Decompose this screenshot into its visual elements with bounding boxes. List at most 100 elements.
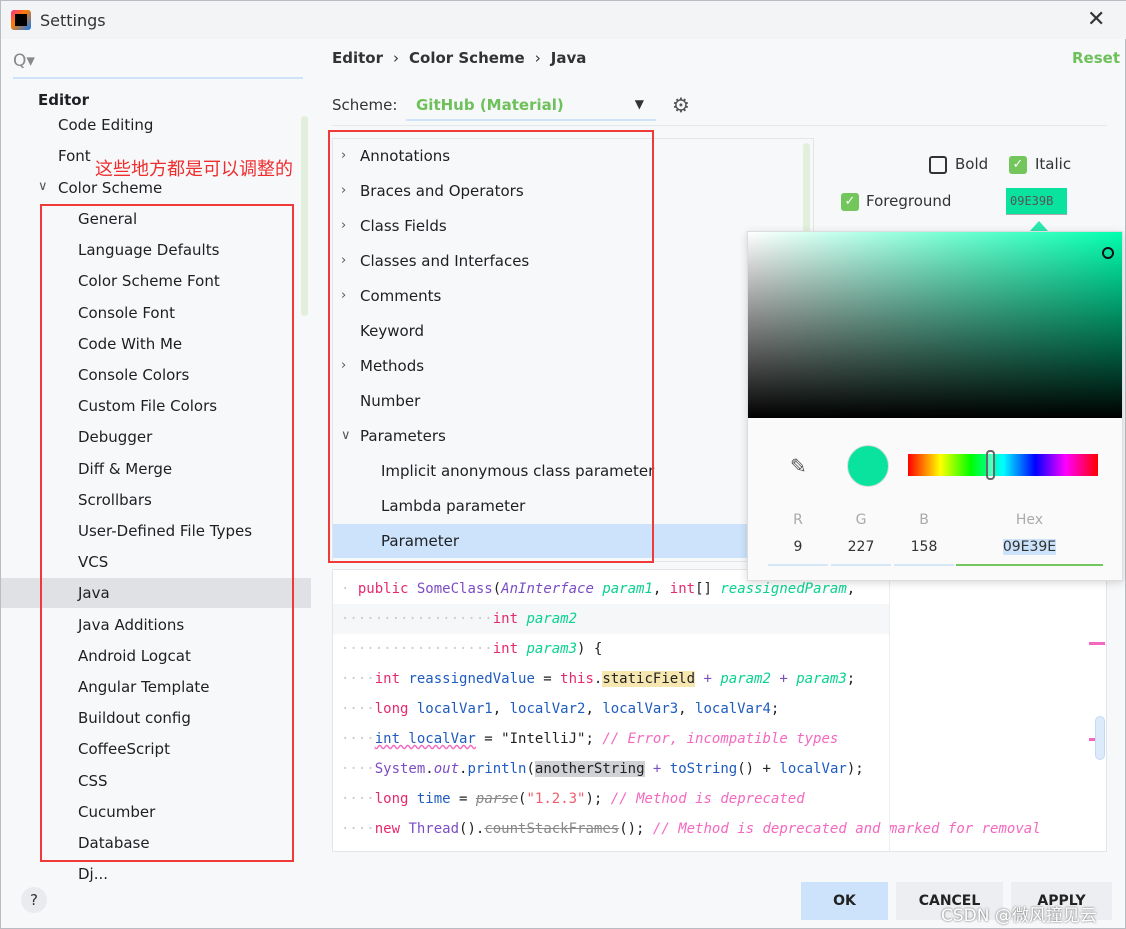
code-token: SomeClass — [416, 581, 493, 597]
sidebar-item-color-scheme[interactable]: Color Scheme — [58, 179, 162, 197]
r-input[interactable]: 9 — [768, 539, 828, 566]
hex-label: Hex — [1015, 512, 1044, 528]
bold-checkbox[interactable] — [929, 156, 947, 174]
foreground-color-swatch[interactable]: 09E39B — [1006, 188, 1067, 215]
b-input[interactable]: 158 — [894, 539, 954, 566]
code-token: localVar2 — [509, 701, 586, 717]
hue-slider[interactable] — [908, 454, 1098, 476]
help-button[interactable]: ? — [21, 887, 47, 913]
divider — [332, 125, 1107, 126]
code-token: int — [492, 641, 519, 657]
eyedropper-icon[interactable]: ✎ — [790, 454, 807, 478]
code-token: = — [450, 791, 476, 807]
code-scrollbar[interactable] — [1095, 716, 1105, 760]
code-token: long — [374, 791, 409, 807]
code-token: param2 — [526, 611, 578, 627]
code-token: localVar4 — [695, 701, 771, 717]
color-preview-swatch — [847, 445, 889, 487]
breadcrumb-color-scheme[interactable]: Color Scheme — [409, 49, 525, 67]
code-token: ···· — [341, 761, 375, 777]
code-token: ) { — [577, 641, 603, 657]
breadcrumb-java: Java — [550, 49, 587, 67]
code-line: ····long localVar1, localVar2, localVar3… — [333, 694, 889, 724]
ok-button[interactable]: OK — [801, 882, 888, 920]
breadcrumb-separator: › — [393, 49, 399, 67]
code-token: ···· — [341, 731, 375, 747]
code-token: = — [475, 731, 502, 747]
hex-value: 09E39E — [1002, 539, 1057, 555]
right-margin-guide — [889, 570, 890, 851]
foreground-label: Foreground — [866, 192, 952, 210]
code-token: "IntelliJ" — [501, 731, 586, 747]
code-token: reassignedParam — [720, 581, 847, 597]
window-title: Settings — [40, 11, 106, 30]
dropdown-arrow-icon: ▼ — [634, 97, 644, 111]
code-token: (). — [459, 821, 485, 837]
code-token: , — [652, 581, 670, 597]
sidebar-scrollbar[interactable] — [301, 116, 308, 316]
breadcrumb-editor[interactable]: Editor — [332, 49, 383, 67]
scheme-dropdown[interactable]: GitHub (Material) ▼ — [406, 92, 656, 121]
annotation-text: 这些地方都是可以调整的 — [95, 159, 293, 180]
code-token: ···· — [341, 671, 375, 687]
hex-input[interactable]: 09E39E — [956, 539, 1103, 566]
code-token: this — [560, 671, 594, 687]
chevron-down-icon[interactable]: ∨ — [38, 179, 48, 194]
sidebar-item-font[interactable]: Font — [58, 147, 91, 165]
code-token: ···· — [341, 821, 375, 837]
error-stripe-mark — [1089, 642, 1105, 645]
code-line: ····System.out.println(anotherString + t… — [333, 754, 889, 784]
code-token: System — [374, 761, 426, 777]
code-token: · — [341, 581, 358, 597]
code-token: "1.2.3" — [526, 791, 586, 807]
code-line: ····int reassignedValue = this.staticFie… — [333, 664, 889, 694]
code-token: param2 — [720, 671, 771, 687]
code-token: ···· — [341, 791, 375, 807]
color-picker-popup: ✎ R G B Hex 9 227 158 09E39E — [747, 231, 1123, 581]
code-token: // Error, incompatible types — [602, 731, 839, 747]
saturation-value-area[interactable] — [748, 232, 1122, 418]
code-token: out — [433, 761, 460, 777]
breadcrumb: Editor › Color Scheme › Java — [332, 49, 596, 67]
code-line: ····int localVar = "IntelliJ"; // Error,… — [333, 724, 889, 754]
breadcrumb-separator: › — [534, 49, 541, 67]
code-token: + — [695, 671, 721, 687]
code-token: ; — [585, 731, 603, 747]
code-token: ; — [846, 671, 856, 687]
code-token: , — [585, 701, 603, 717]
code-token: , — [492, 701, 510, 717]
code-token: param3 — [526, 641, 578, 657]
code-token: ); — [846, 761, 864, 777]
sidebar-editor-header[interactable]: Editor — [38, 91, 89, 109]
code-token: Thread — [400, 821, 460, 837]
saturation-handle[interactable] — [1102, 247, 1114, 259]
settings-search-input[interactable]: Q▾ — [13, 51, 303, 79]
code-preview[interactable]: ····new Thread().countStackFrames(); // … — [332, 569, 1107, 852]
g-input[interactable]: 227 — [831, 539, 891, 566]
code-token: [] — [695, 581, 721, 597]
b-label: B — [919, 512, 929, 528]
code-token: anotherString — [534, 761, 645, 777]
code-token: ···· — [341, 701, 375, 717]
g-label: G — [855, 512, 867, 528]
close-icon[interactable]: ✕ — [1087, 7, 1105, 32]
code-token: , — [678, 701, 696, 717]
code-token: ( — [526, 761, 535, 777]
sidebar-item-code-editing[interactable]: Code Editing — [58, 116, 153, 134]
code-token: localVar1 — [408, 701, 493, 717]
title-bar: Settings ✕ — [1, 1, 1126, 39]
italic-checkbox[interactable]: ✓ — [1009, 156, 1027, 174]
foreground-checkbox[interactable]: ✓ — [841, 193, 859, 211]
code-token: () + — [737, 761, 780, 777]
code-token: long — [374, 701, 409, 717]
code-token: countStackFrames — [484, 821, 620, 837]
code-line: ··················int param3) { — [333, 634, 889, 664]
sidebar-item[interactable]: Dj... — [1, 859, 311, 889]
code-token: = — [534, 671, 561, 687]
reset-link[interactable]: Reset — [1072, 49, 1120, 67]
watermark: CSDN @微风撞见云 — [941, 906, 1097, 926]
hue-slider-handle[interactable] — [985, 450, 995, 480]
gear-icon[interactable]: ⚙ — [672, 93, 690, 117]
code-token: AnInterface — [501, 581, 594, 597]
